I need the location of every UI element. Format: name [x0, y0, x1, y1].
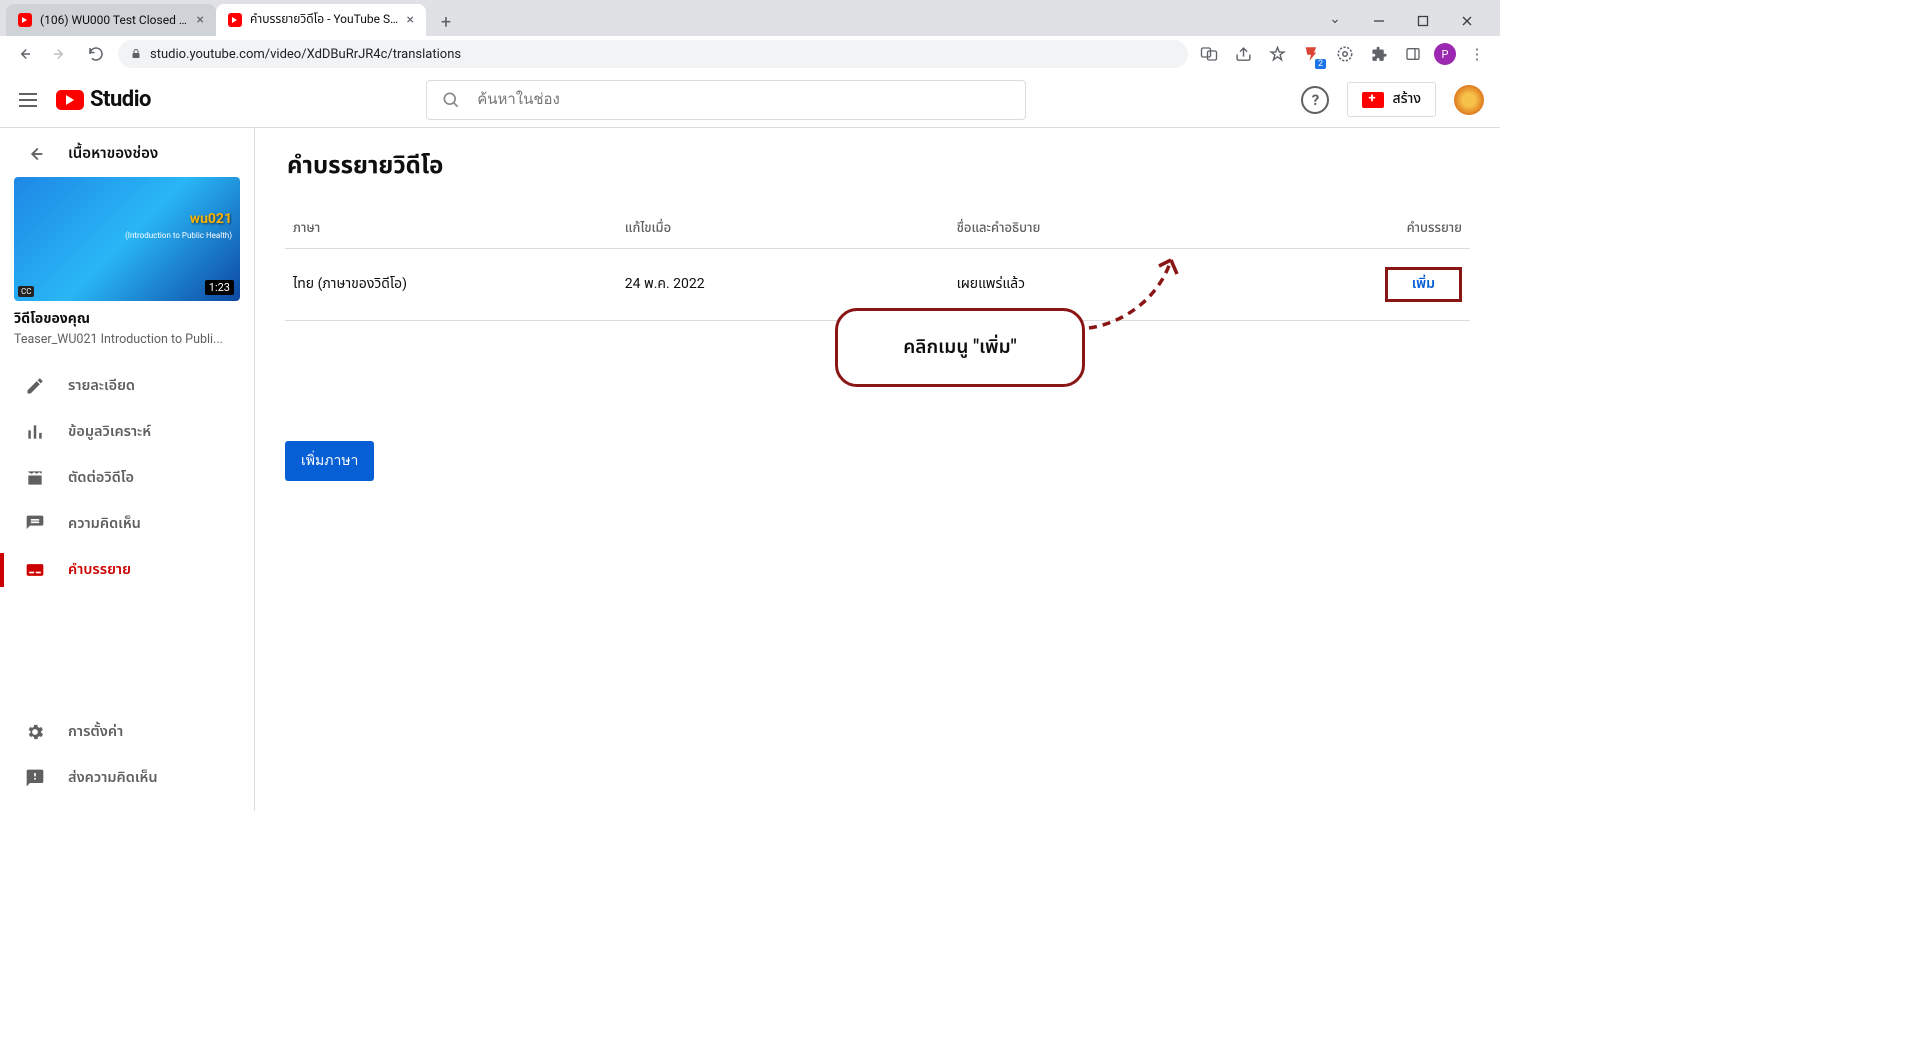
sidebar-item-feedback[interactable]: ส่งความคิดเห็น: [0, 755, 254, 801]
close-icon[interactable]: ×: [407, 13, 414, 27]
tab-title: (106) WU000 Test Closed caption: [40, 13, 189, 27]
forward-icon[interactable]: [46, 40, 74, 68]
extension-icon[interactable]: 2: [1298, 41, 1324, 67]
back-icon[interactable]: [10, 40, 38, 68]
address-bar: studio.youtube.com/video/XdDBuRrJR4c/tra…: [0, 36, 1500, 72]
col-language: ภาษา: [285, 208, 617, 249]
col-title-desc: ชื่อและคำอธิบาย: [949, 208, 1281, 249]
app-header: Studio ? สร้าง: [0, 72, 1500, 128]
back-arrow-icon[interactable]: [24, 143, 46, 165]
youtube-icon: [228, 13, 242, 27]
camera-plus-icon: [1362, 92, 1384, 108]
channel-avatar[interactable]: [1454, 85, 1484, 115]
main-content: คำบรรยายวิดีโอ ภาษา แก้ไขเมื่อ ชื่อและคำ…: [255, 128, 1500, 811]
kebab-menu-icon[interactable]: ⋮: [1464, 41, 1490, 67]
youtube-play-icon: [56, 90, 84, 110]
sidebar-item-comments[interactable]: ความคิดเห็น: [0, 501, 254, 547]
help-icon[interactable]: ?: [1301, 86, 1329, 114]
video-title: Teaser_WU021 Introduction to Publi...: [14, 332, 240, 347]
sidebar-item-analytics[interactable]: ข้อมูลวิเคราะห์: [0, 409, 254, 455]
comment-icon: [24, 513, 46, 535]
share-icon[interactable]: [1230, 41, 1256, 67]
video-thumbnail[interactable]: wu021 (Introduction to Public Health) CC…: [14, 177, 240, 301]
tab-search-icon[interactable]: [1314, 6, 1356, 36]
cell-language: ไทย (ภาษาของวิดีโอ): [285, 249, 617, 321]
puzzle-icon[interactable]: [1366, 41, 1392, 67]
window-maximize-icon[interactable]: [1402, 6, 1444, 36]
subtitles-table: ภาษา แก้ไขเมื่อ ชื่อและคำอธิบาย คำบรรยาย…: [285, 208, 1470, 321]
add-subtitle-link[interactable]: เพิ่ม: [1388, 270, 1459, 299]
page-title: คำบรรยายวิดีโอ: [287, 148, 1470, 184]
sidebar-item-details[interactable]: รายละเอียด: [0, 363, 254, 409]
star-icon[interactable]: [1264, 41, 1290, 67]
feedback-icon: [24, 767, 46, 789]
browser-tab-1[interactable]: คำบรรยายวิดีโอ - YouTube Studio ×: [216, 4, 426, 36]
add-language-button[interactable]: เพิ่มภาษา: [285, 441, 374, 481]
chart-icon: [24, 421, 46, 443]
hamburger-icon[interactable]: [16, 88, 40, 112]
pencil-icon: [24, 375, 46, 397]
gear-icon: [24, 721, 46, 743]
col-subtitles: คำบรรยาย: [1280, 208, 1470, 249]
reload-icon[interactable]: [82, 40, 110, 68]
your-video-heading: วิดีโอของคุณ: [14, 309, 240, 330]
tab-title: คำบรรยายวิดีโอ - YouTube Studio: [250, 11, 399, 29]
sidebar-item-subtitles[interactable]: คำบรรยาย: [0, 547, 254, 593]
window-minimize-icon[interactable]: [1358, 6, 1400, 36]
search-icon: [441, 90, 461, 110]
annotation-callout: คลิกเมนู "เพิ่ม": [835, 308, 1085, 387]
col-modified: แก้ไขเมื่อ: [617, 208, 949, 249]
url-input[interactable]: studio.youtube.com/video/XdDBuRrJR4c/tra…: [118, 40, 1188, 68]
new-tab-button[interactable]: +: [432, 8, 460, 36]
profile-avatar[interactable]: P: [1434, 43, 1456, 65]
eye-icon[interactable]: [1332, 41, 1358, 67]
youtube-icon: [18, 13, 32, 27]
studio-logo[interactable]: Studio: [56, 87, 151, 112]
browser-tabstrip: (106) WU000 Test Closed caption × คำบรรย…: [0, 0, 1500, 36]
sidebar-item-editor[interactable]: ตัดต่อวิดีโอ: [0, 455, 254, 501]
subtitles-icon: [24, 559, 46, 581]
window-close-icon[interactable]: [1446, 6, 1488, 36]
close-icon[interactable]: ×: [197, 13, 204, 27]
create-button[interactable]: สร้าง: [1347, 82, 1436, 117]
url-text: studio.youtube.com/video/XdDBuRrJR4c/tra…: [150, 47, 461, 62]
lock-icon: [130, 48, 142, 60]
content-label: เนื้อหาของช่อง: [68, 142, 158, 165]
sidebar-item-settings[interactable]: การตั้งค่า: [0, 709, 254, 755]
duration-badge: 1:23: [205, 280, 234, 295]
film-icon: [24, 467, 46, 489]
search-input[interactable]: [426, 80, 1026, 120]
browser-tab-0[interactable]: (106) WU000 Test Closed caption ×: [6, 4, 216, 36]
translate-icon[interactable]: [1196, 41, 1222, 67]
sidebar: เนื้อหาของช่อง wu021 (Introduction to Pu…: [0, 128, 255, 811]
sidepanel-icon[interactable]: [1400, 41, 1426, 67]
